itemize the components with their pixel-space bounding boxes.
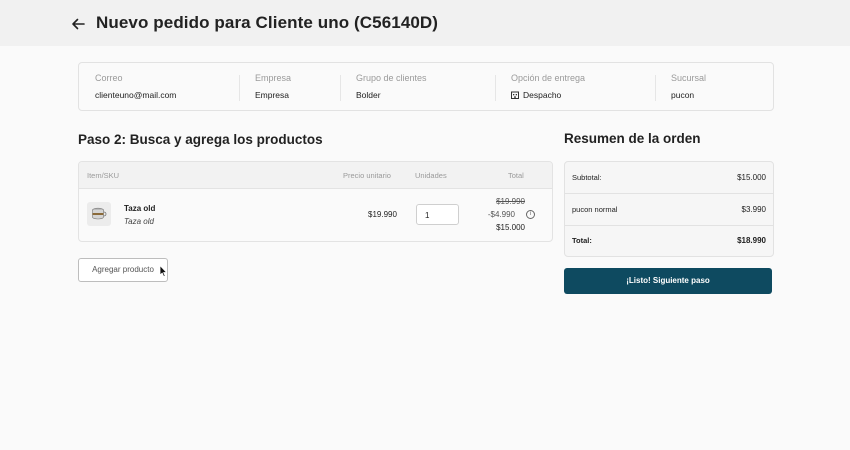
- branch-value: pucon: [671, 90, 694, 100]
- page-title: Nuevo pedido para Cliente uno (C56140D): [96, 13, 439, 32]
- summary-shipping-label: pucon normal: [572, 205, 618, 214]
- divider: [655, 75, 656, 101]
- table-header: Item/SKU Precio unitario Unidades Total: [79, 162, 552, 189]
- column-header-units: Unidades: [415, 171, 447, 180]
- divider: [495, 75, 496, 101]
- building-icon: [511, 91, 519, 99]
- arrow-left-icon[interactable]: [70, 16, 86, 32]
- summary-subtotal-value: $15.000: [737, 173, 766, 182]
- product-unit-price: $19.990: [368, 210, 397, 219]
- products-table: Item/SKU Precio unitario Unidades Total …: [78, 161, 553, 242]
- email-label: Correo: [95, 73, 123, 83]
- product-discount: -$4.990: [487, 210, 515, 219]
- summary-row-total: Total: $18.990: [565, 225, 773, 256]
- quantity-input[interactable]: 1: [416, 204, 459, 225]
- delivery-option-value: Despacho: [511, 90, 561, 100]
- divider: [239, 75, 240, 101]
- product-total-original: $19.990: [496, 197, 525, 206]
- column-header-unit-price: Precio unitario: [343, 171, 391, 180]
- summary-row-subtotal: Subtotal: $15.000: [565, 162, 773, 194]
- company-value-text: Empresa: [255, 90, 290, 100]
- order-summary-card: Subtotal: $15.000 pucon normal $3.990 To…: [564, 161, 774, 257]
- email-value-text: clienteuno@mail.com: [95, 90, 177, 100]
- product-image: [87, 202, 111, 226]
- mug-icon: [92, 207, 107, 220]
- next-step-button[interactable]: ¡Listo! Siguiente paso: [564, 268, 772, 294]
- order-summary-title: Resumen de la orden: [564, 131, 701, 146]
- product-sku: Taza old: [124, 217, 154, 226]
- delivery-option-text: Despacho: [523, 90, 562, 100]
- summary-row-shipping: pucon normal $3.990: [565, 194, 773, 226]
- customer-group-value: Bolder: [356, 90, 381, 100]
- customer-group-label: Grupo de clientes: [356, 73, 427, 83]
- branch-label: Sucursal: [671, 73, 707, 83]
- info-icon[interactable]: i: [526, 210, 535, 219]
- customer-group-value-text: Bolder: [356, 90, 381, 100]
- mouse-cursor-icon: [159, 265, 167, 277]
- email-value: clienteuno@mail.com: [95, 90, 176, 100]
- summary-total-label: Total:: [572, 236, 592, 245]
- divider: [340, 75, 341, 101]
- product-total-final: $15.000: [496, 223, 525, 232]
- products-step-title: Paso 2: Busca y agrega los productos: [78, 132, 323, 147]
- add-product-button[interactable]: Agregar producto: [78, 258, 168, 282]
- company-value: Empresa: [255, 90, 289, 100]
- branch-value-text: pucon: [671, 90, 695, 100]
- company-label: Empresa: [255, 73, 292, 83]
- delivery-option-label: Opción de entrega: [511, 73, 586, 83]
- header-bar: Nuevo pedido para Cliente uno (C56140D): [0, 0, 850, 46]
- column-header-total: Total: [508, 171, 524, 180]
- summary-subtotal-label: Subtotal:: [572, 173, 602, 182]
- column-header-item: Item/SKU: [87, 171, 120, 180]
- customer-info-card: Correo clienteuno@mail.com Empresa Empre…: [78, 62, 774, 111]
- summary-total-value: $18.990: [737, 236, 766, 245]
- summary-shipping-value: $3.990: [741, 205, 766, 214]
- product-name: Taza old: [124, 204, 156, 213]
